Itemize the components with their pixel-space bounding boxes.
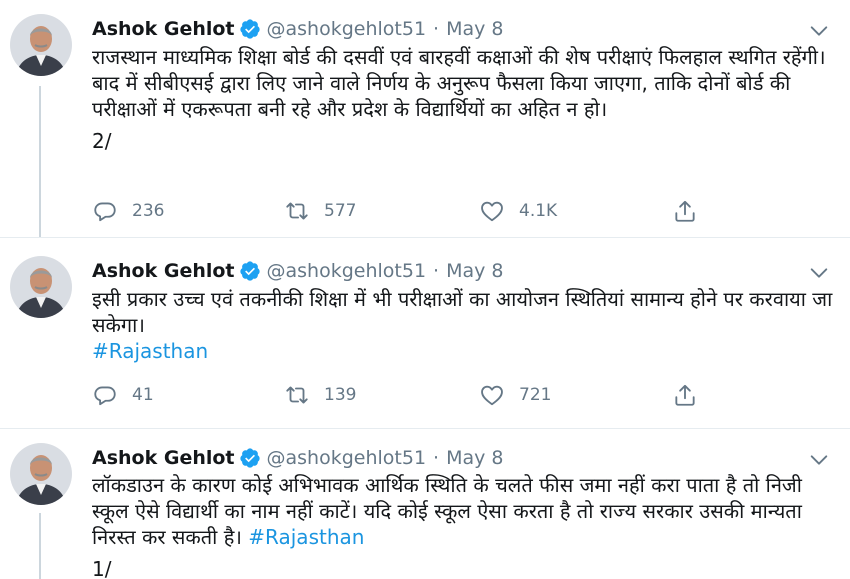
reply-bubble-icon [94, 202, 116, 222]
retweet-count: 577 [324, 201, 357, 221]
hashtag-link[interactable]: #Rajasthan [92, 339, 208, 363]
heart-icon [481, 201, 503, 222]
retweet-button[interactable]: 577 [284, 198, 356, 224]
tweet-date[interactable]: May 8 [446, 18, 503, 40]
thread-number: 1/ [92, 557, 112, 579]
chevron-down-icon[interactable] [808, 20, 830, 42]
author-handle[interactable]: @ashokgehlot51 [267, 18, 427, 40]
reply-count: 41 [132, 385, 154, 405]
like-count: 4.1K [519, 201, 558, 221]
avatar-portrait-icon [10, 443, 72, 505]
tweet-1[interactable]: Ashok Gehlot @ashokgehlot51 · May 8 राजस… [0, 0, 850, 237]
avatar[interactable] [10, 443, 72, 505]
verified-badge-icon [239, 447, 261, 469]
tweet-actions: 236 577 4.1K [92, 198, 712, 228]
share-button[interactable] [672, 198, 712, 224]
retweet-icon [286, 202, 308, 220]
avatar[interactable] [10, 256, 72, 318]
like-count: 721 [519, 385, 552, 405]
tweet-text-block: राजस्थान माध्यमिक शिक्षा बोर्ड की दसवीं … [92, 44, 837, 154]
tweet-header: Ashok Gehlot @ashokgehlot51 · May 8 [92, 444, 504, 472]
tweet-actions: 41 139 721 [92, 382, 712, 412]
tweet-text: इसी प्रकार उच्च एवं तकनीकी शिक्षा में भी… [92, 287, 833, 337]
chevron-down-icon[interactable] [808, 262, 830, 284]
tweet-header: Ashok Gehlot @ashokgehlot51 · May 8 [92, 257, 504, 285]
tweet-text-block: लॉकडाउन के कारण कोई अभिभावक आर्थिक स्थित… [92, 472, 837, 579]
author-handle[interactable]: @ashokgehlot51 [267, 260, 427, 282]
retweet-count: 139 [324, 385, 357, 405]
tweet-3[interactable]: Ashok Gehlot @ashokgehlot51 · May 8 लॉकड… [0, 428, 850, 579]
avatar-portrait-icon [10, 14, 72, 76]
separator-dot: · [433, 260, 440, 282]
author-name[interactable]: Ashok Gehlot [92, 447, 235, 469]
tweet-text-block: इसी प्रकार उच्च एवं तकनीकी शिक्षा में भी… [92, 286, 837, 364]
like-button[interactable]: 4.1K [479, 198, 557, 224]
verified-badge-icon [239, 18, 261, 40]
author-handle[interactable]: @ashokgehlot51 [267, 447, 427, 469]
reply-bubble-icon [94, 386, 116, 406]
author-name[interactable]: Ashok Gehlot [92, 260, 235, 282]
verified-badge-icon [239, 260, 261, 282]
separator-dot: · [433, 447, 440, 469]
avatar[interactable] [10, 14, 72, 76]
share-upload-icon [675, 384, 695, 406]
thread-number: 2/ [92, 129, 112, 153]
tweet-date[interactable]: May 8 [446, 260, 503, 282]
reply-button[interactable]: 236 [92, 198, 164, 224]
thread-connector-line [39, 513, 41, 579]
chevron-down-icon[interactable] [808, 449, 830, 471]
tweet-2[interactable]: Ashok Gehlot @ashokgehlot51 · May 8 इसी … [0, 237, 850, 427]
share-upload-icon [675, 200, 695, 222]
avatar-portrait-icon [10, 256, 72, 318]
thread-connector-line [39, 86, 41, 237]
author-name[interactable]: Ashok Gehlot [92, 18, 235, 40]
hashtag-link[interactable]: #Rajasthan [248, 525, 364, 549]
tweet-date[interactable]: May 8 [446, 447, 503, 469]
tweet-text: राजस्थान माध्यमिक शिक्षा बोर्ड की दसवीं … [92, 45, 826, 121]
tweet-header: Ashok Gehlot @ashokgehlot51 · May 8 [92, 15, 504, 43]
retweet-button[interactable]: 139 [284, 382, 356, 408]
like-button[interactable]: 721 [479, 382, 551, 408]
tweet-text: लॉकडाउन के कारण कोई अभिभावक आर्थिक स्थित… [92, 473, 802, 549]
heart-icon [481, 385, 503, 406]
retweet-icon [286, 386, 308, 404]
share-button[interactable] [672, 382, 712, 408]
separator-dot: · [433, 18, 440, 40]
reply-button[interactable]: 41 [92, 382, 154, 408]
reply-count: 236 [132, 201, 165, 221]
